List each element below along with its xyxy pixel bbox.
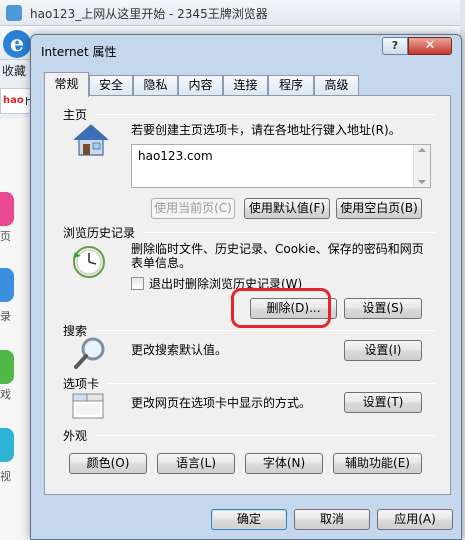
sidebar-app-icon-1[interactable] [0, 192, 14, 226]
delete-on-exit-checkbox[interactable] [131, 277, 144, 290]
sidebar-text-1: 页 [0, 230, 11, 243]
homepage-instruction: 若要创建主页选项卡，请在各地址行键入地址(R)。 [131, 123, 401, 137]
use-current-page-button[interactable]: 使用当前页(C) [151, 198, 235, 219]
close-button[interactable]: ✕ [408, 37, 452, 55]
apply-button[interactable]: 应用(A) [377, 509, 453, 530]
search-separator [95, 330, 435, 331]
tabs-description: 更改网页在选项卡中显示的方式。 [131, 396, 312, 410]
colors-button[interactable]: 颜色(O) [69, 453, 147, 474]
tab-general[interactable]: 常规 [44, 72, 89, 97]
sidebar-text-2: 录 [0, 310, 11, 323]
homepage-url: hao123.com [138, 149, 213, 163]
homepage-separator [95, 114, 435, 115]
sidebar-text-3: 戏 [0, 388, 11, 401]
browser-window-title: hao123_上网从这里开始 - 2345王牌浏览器 [30, 7, 268, 21]
history-clock-icon [73, 246, 105, 278]
scroll-up-icon [418, 148, 426, 152]
favorites-label[interactable]: 收藏 [2, 62, 26, 79]
search-settings-button[interactable]: 设置(I) [344, 340, 422, 361]
internet-properties-dialog: Internet 属性 ? ✕ 常规 安全 隐私 内容 连接 程序 高级 主页 … [30, 34, 462, 540]
help-button[interactable]: ? [382, 37, 408, 55]
close-icon: ✕ [424, 38, 436, 53]
history-section-label: 浏览历史记录 [63, 226, 136, 240]
tab-connections[interactable]: 连接 [223, 75, 268, 96]
use-default-button[interactable]: 使用默认值(F) [244, 198, 330, 219]
appearance-section-label: 外观 [63, 429, 88, 443]
hao123-logo-icon: hao [3, 95, 24, 106]
browser-app-icon [6, 5, 22, 21]
sidebar-app-icon-2[interactable] [0, 268, 14, 302]
delete-button-highlight [231, 288, 331, 328]
sidebar-app-icon-4[interactable] [0, 428, 14, 462]
homepage-address-box[interactable]: hao123.com [131, 144, 431, 188]
languages-button[interactable]: 语言(L) [157, 453, 235, 474]
tabs-window-icon [72, 393, 104, 419]
sidebar-app-icon-3[interactable] [0, 350, 14, 384]
fonts-button[interactable]: 字体(N) [245, 453, 323, 474]
scroll-down-icon [418, 180, 426, 184]
sidebar-text-4: 视 [0, 470, 11, 483]
history-settings-button[interactable]: 设置(S) [344, 298, 422, 319]
address-scrollbar[interactable] [413, 145, 430, 187]
tab-programs[interactable]: 程序 [268, 75, 314, 96]
tab-privacy[interactable]: 隐私 [133, 75, 178, 96]
search-description: 更改搜索默认值。 [131, 343, 228, 357]
appearance-separator [95, 435, 435, 436]
tabs-separator [107, 383, 435, 384]
tab-advanced[interactable]: 高级 [314, 75, 359, 96]
tab-content[interactable]: 内容 [178, 75, 223, 96]
ok-button[interactable]: 确定 [211, 509, 287, 530]
history-description-line1: 删除临时文件、历史记录、Cookie、保存的密码和网页 [131, 242, 424, 256]
use-blank-button[interactable]: 使用空白页(B) [336, 198, 422, 219]
history-separator [143, 232, 435, 233]
tab-security[interactable]: 安全 [89, 75, 133, 96]
history-description-line2: 表单信息。 [131, 256, 192, 270]
cancel-button[interactable]: 取消 [294, 509, 370, 530]
accessibility-button[interactable]: 辅助功能(E) [333, 453, 422, 474]
dialog-title: Internet 属性 [41, 45, 117, 59]
homepage-section-label: 主页 [63, 108, 88, 122]
browser-title-bar: hao123_上网从这里开始 - 2345王牌浏览器 [0, 0, 465, 26]
magnifier-icon [74, 337, 105, 369]
home-icon [73, 124, 109, 156]
tabs-settings-button[interactable]: 设置(T) [344, 392, 422, 413]
ie-logo-icon[interactable]: e [3, 30, 31, 58]
